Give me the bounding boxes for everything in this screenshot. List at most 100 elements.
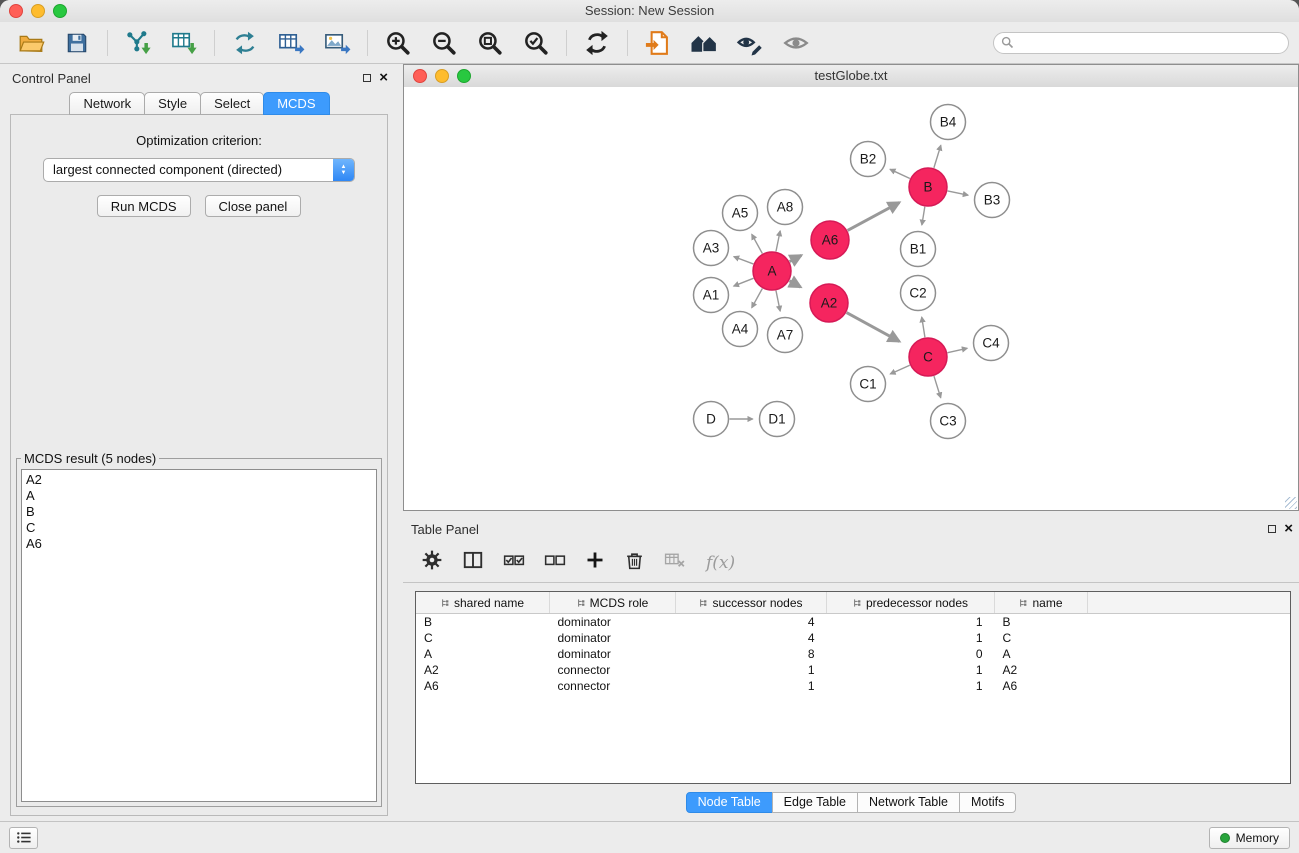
tab-mcds[interactable]: MCDS: [263, 92, 329, 115]
column-header-predecessor-nodes[interactable]: predecessor nodes: [827, 592, 995, 614]
close-panel-icon[interactable]: ×: [379, 72, 388, 84]
node-A8[interactable]: A8: [768, 190, 803, 225]
edge-A2-C[interactable]: [847, 313, 900, 342]
edge-A-A8[interactable]: [776, 231, 780, 252]
home-button[interactable]: [683, 26, 725, 60]
column-header-shared-name[interactable]: shared name: [416, 592, 550, 614]
edge-C-C4[interactable]: [948, 348, 968, 352]
node-C2[interactable]: C2: [901, 276, 936, 311]
table-row[interactable]: Cdominator41C: [416, 630, 1290, 646]
run-mcds-button[interactable]: Run MCDS: [97, 195, 191, 217]
node-A3[interactable]: A3: [694, 231, 729, 266]
edge-A-A7[interactable]: [776, 291, 780, 312]
delete-table-button[interactable]: [664, 550, 687, 575]
float-table-panel-icon[interactable]: [1268, 525, 1276, 533]
edge-A-A4[interactable]: [752, 289, 763, 308]
node-B3[interactable]: B3: [975, 183, 1010, 218]
node-C[interactable]: C: [909, 338, 947, 376]
zoom-in-button[interactable]: [377, 26, 419, 60]
delete-column-button[interactable]: [624, 550, 645, 576]
import-network-file-button[interactable]: [117, 26, 159, 60]
column-header-name[interactable]: name: [995, 592, 1088, 614]
zoom-fit-button[interactable]: [469, 26, 511, 60]
criterion-dropdown[interactable]: largest connected component (directed) ▲…: [43, 158, 355, 182]
tab-style[interactable]: Style: [144, 92, 201, 115]
column-header-successor-nodes[interactable]: successor nodes: [676, 592, 827, 614]
node-A4[interactable]: A4: [723, 312, 758, 347]
zoom-out-button[interactable]: [423, 26, 465, 60]
edge-B-B1[interactable]: [922, 207, 925, 225]
memory-button[interactable]: Memory: [1209, 827, 1290, 849]
mcds-result-list[interactable]: A2ABCA6: [21, 469, 377, 802]
edge-C-C2[interactable]: [922, 317, 925, 337]
tab-network-table[interactable]: Network Table: [857, 792, 960, 813]
network-window-titlebar[interactable]: testGlobe.txt: [404, 65, 1298, 88]
open-session-button[interactable]: [10, 26, 52, 60]
select-all-button[interactable]: [503, 549, 525, 576]
function-builder-button[interactable]: f(x): [706, 553, 735, 573]
node-D1[interactable]: D1: [760, 402, 795, 437]
network-canvas[interactable]: B4 B2 B B3 A5 A8A6 B1 A3 A C2 A1 A2 A4 A7 C4 C C1 C3 D D1: [404, 87, 1298, 510]
node-A2[interactable]: A2: [810, 284, 848, 322]
save-session-button[interactable]: [56, 26, 98, 60]
search-input[interactable]: [993, 32, 1289, 54]
node-C1[interactable]: C1: [851, 367, 886, 402]
node-C4[interactable]: C4: [974, 326, 1009, 361]
node-D[interactable]: D: [694, 402, 729, 437]
edge-A-A5[interactable]: [752, 234, 763, 253]
export-image-button[interactable]: [316, 26, 358, 60]
edge-A-A6[interactable]: [790, 255, 802, 261]
export-network-button[interactable]: [224, 26, 266, 60]
import-table-file-button[interactable]: [163, 26, 205, 60]
export-document-button[interactable]: [637, 26, 679, 60]
table-row[interactable]: Adominator80A: [416, 646, 1290, 662]
node-B[interactable]: B: [909, 168, 947, 206]
tab-node-table[interactable]: Node Table: [686, 792, 773, 813]
edge-C-C1[interactable]: [890, 365, 910, 374]
edge-B-B2[interactable]: [890, 169, 910, 178]
float-panel-icon[interactable]: [363, 74, 371, 82]
table-settings-button[interactable]: [421, 549, 443, 576]
edit-annotations-button[interactable]: [729, 26, 771, 60]
toggle-view-button[interactable]: [775, 26, 817, 60]
result-item[interactable]: B: [26, 504, 372, 520]
result-item[interactable]: A6: [26, 536, 372, 552]
node-A5[interactable]: A5: [723, 196, 758, 231]
column-header-mcds-role[interactable]: MCDS role: [550, 592, 676, 614]
table-row[interactable]: A2connector11A2: [416, 662, 1290, 678]
apply-layout-button[interactable]: [576, 26, 618, 60]
edge-A-A3[interactable]: [734, 257, 753, 264]
edge-A-A1[interactable]: [734, 278, 754, 286]
edge-B-B4[interactable]: [934, 145, 941, 168]
node-C3[interactable]: C3: [931, 404, 966, 439]
close-panel-button[interactable]: Close panel: [205, 195, 302, 217]
task-history-button[interactable]: [9, 827, 38, 849]
node-B2[interactable]: B2: [851, 142, 886, 177]
tab-select[interactable]: Select: [200, 92, 264, 115]
edge-C-C3[interactable]: [934, 376, 941, 398]
add-column-button[interactable]: [585, 550, 605, 575]
memory-status-icon: [1220, 833, 1230, 843]
result-item[interactable]: A2: [26, 472, 372, 488]
export-table-button[interactable]: [270, 26, 312, 60]
zoom-selected-button[interactable]: [515, 26, 557, 60]
result-item[interactable]: A: [26, 488, 372, 504]
node-A1[interactable]: A1: [694, 278, 729, 313]
deselect-all-button[interactable]: [544, 549, 566, 576]
edge-A6-B[interactable]: [848, 203, 900, 231]
tab-edge-table[interactable]: Edge Table: [772, 792, 858, 813]
table-row[interactable]: A6connector11A6: [416, 678, 1290, 694]
node-A7[interactable]: A7: [768, 318, 803, 353]
node-B1[interactable]: B1: [901, 232, 936, 267]
node-B4[interactable]: B4: [931, 105, 966, 140]
tab-motifs[interactable]: Motifs: [959, 792, 1016, 813]
close-table-panel-icon[interactable]: ×: [1284, 523, 1293, 535]
result-item[interactable]: C: [26, 520, 372, 536]
edge-A-A2[interactable]: [789, 281, 800, 287]
tab-network[interactable]: Network: [69, 92, 145, 115]
table-row[interactable]: Bdominator41B: [416, 614, 1290, 631]
edge-B-B3[interactable]: [948, 191, 969, 195]
show-columns-button[interactable]: [462, 549, 484, 576]
node-A[interactable]: A: [753, 252, 791, 290]
node-A6[interactable]: A6: [811, 221, 849, 259]
